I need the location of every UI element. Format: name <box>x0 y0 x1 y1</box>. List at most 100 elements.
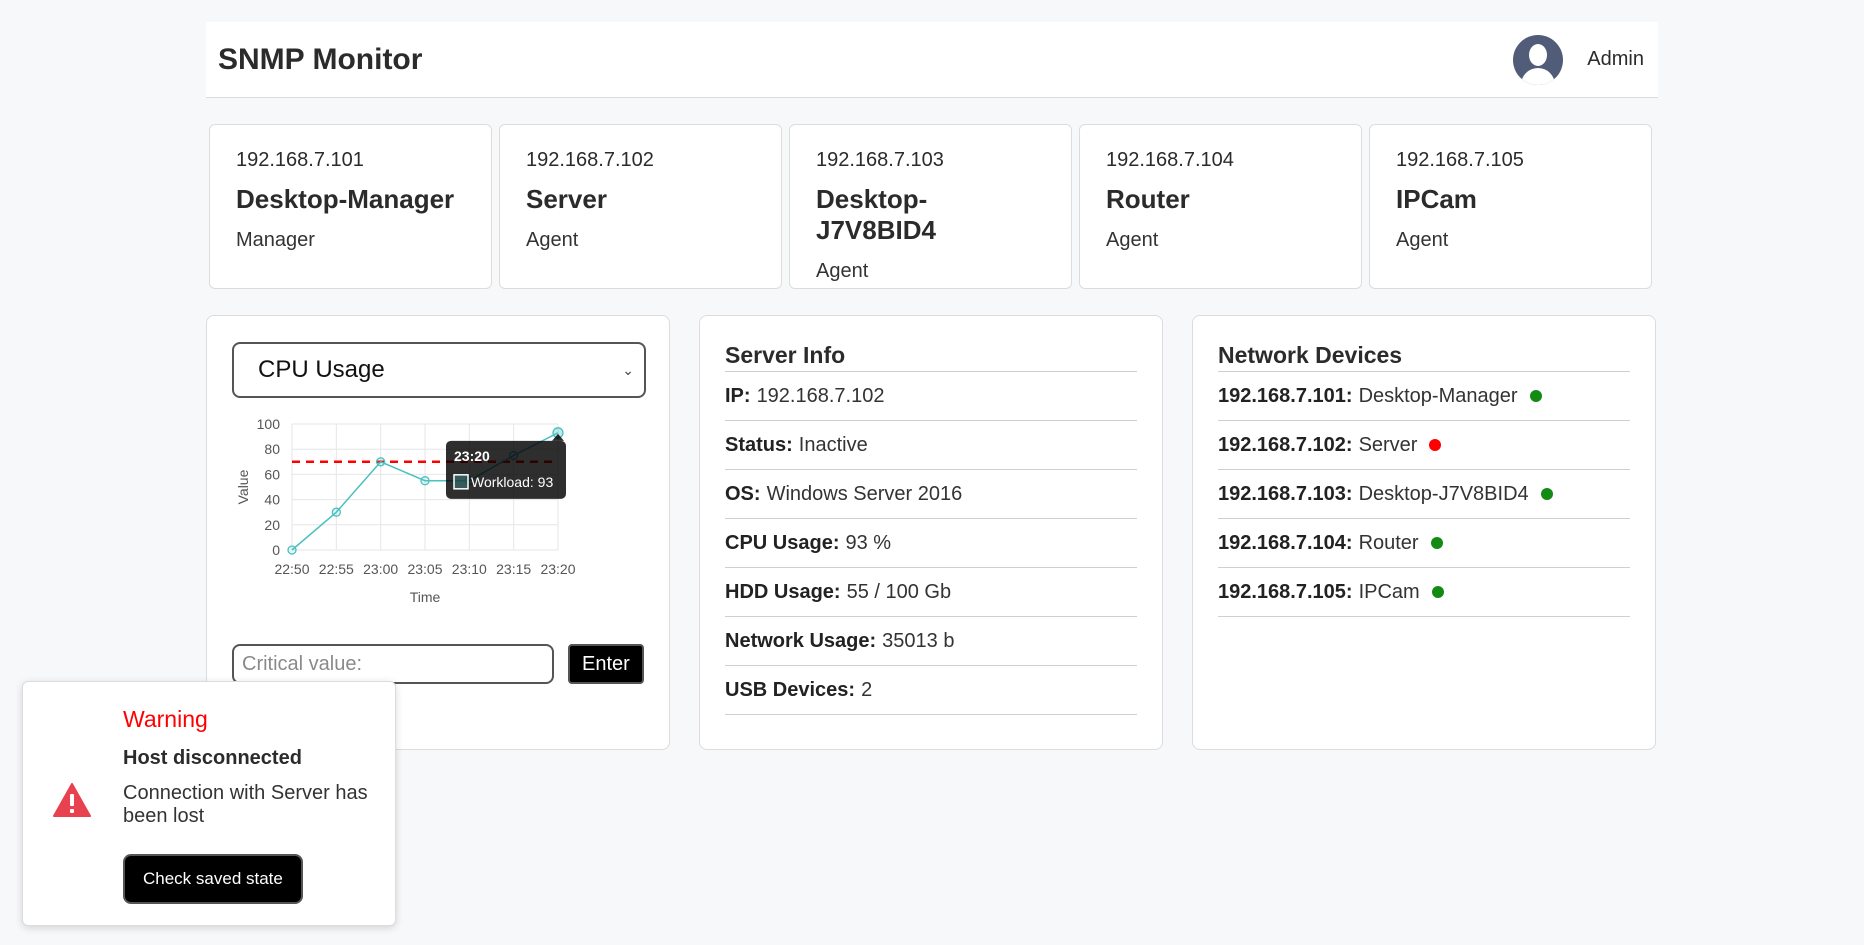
panels: CPU Usage ⌄ 0 20 40 60 80 100 22:50 22:55 23:00 2… <box>206 315 1658 750</box>
server-info-panel: Server Info IP: 192.168.7.102 Status: In… <box>699 315 1163 750</box>
info-key: CPU Usage: <box>725 531 840 554</box>
toast-title: Warning <box>123 706 208 732</box>
device-row[interactable]: 192.168.7.104: Router <box>1218 519 1630 568</box>
host-name: Server <box>526 184 607 214</box>
info-value: Inactive <box>798 433 868 456</box>
host-ip: 192.168.7.104 <box>1106 149 1234 171</box>
host-card[interactable]: 192.168.7.103 Desktop-J7V8BID4 Agent <box>789 124 1072 289</box>
x-tick-label: 23:15 <box>496 561 531 577</box>
y-tick-label: 40 <box>264 492 280 508</box>
tooltip-title: 23:20 <box>454 448 490 464</box>
host-card[interactable]: 192.168.7.105 IPCam Agent <box>1369 124 1652 289</box>
y-tick-label: 20 <box>264 517 280 533</box>
host-cards: 192.168.7.101 Desktop-Manager Manager 19… <box>206 124 1658 289</box>
info-key: IP: <box>725 384 751 407</box>
chart-tooltip: 23:20 Workload: 93 <box>446 433 566 499</box>
host-name: Desktop-Manager <box>236 184 455 214</box>
metric-select-value: CPU Usage <box>258 356 385 383</box>
x-tick-label: 23:20 <box>540 561 575 577</box>
host-role: Agent <box>1396 229 1449 251</box>
toast-message: Connection with Server has been lost <box>123 782 368 827</box>
toast-subtitle: Host disconnected <box>123 747 302 769</box>
tooltip-swatch-icon <box>453 474 469 490</box>
host-role: Agent <box>816 260 869 282</box>
server-info-title: Server Info <box>725 342 1137 372</box>
status-dot-icon <box>1429 439 1442 451</box>
host-card[interactable]: 192.168.7.102 Server Agent <box>499 124 782 289</box>
y-tick-label: 100 <box>257 416 281 432</box>
info-key: OS: <box>725 482 761 505</box>
avatar[interactable] <box>1513 34 1564 85</box>
info-value: 93 % <box>845 531 892 554</box>
network-devices-panel: Network Devices 192.168.7.101: Desktop-M… <box>1192 315 1656 750</box>
info-key: Network Usage: <box>725 629 877 652</box>
info-key: USB Devices: <box>725 678 856 701</box>
status-dot-icon <box>1431 586 1444 598</box>
host-role: Agent <box>1106 229 1159 251</box>
info-value: 35013 b <box>882 629 955 652</box>
toast-body: Warning Host disconnected Connection wit… <box>123 706 383 904</box>
warning-triangle-icon <box>53 783 91 822</box>
host-name: Router <box>1106 184 1190 214</box>
device-name: Server <box>1358 433 1418 456</box>
device-name: Desktop-Manager <box>1358 384 1518 407</box>
critical-row: Enter <box>232 644 644 684</box>
host-role: Agent <box>526 229 579 251</box>
y-tick-label: 0 <box>272 542 280 558</box>
host-name: IPCam <box>1396 184 1477 214</box>
info-row-network: Network Usage: 35013 b <box>725 617 1137 666</box>
info-row-os: OS: Windows Server 2016 <box>725 470 1137 519</box>
host-name: Desktop-J7V8BID4 <box>816 184 936 245</box>
data-point <box>420 476 430 486</box>
x-tick-label: 22:55 <box>319 561 354 577</box>
host-ip: 192.168.7.101 <box>236 149 364 171</box>
device-name: Desktop-J7V8BID4 <box>1358 482 1529 505</box>
chevron-down-icon: ⌄ <box>622 361 634 378</box>
host-card[interactable]: 192.168.7.104 Router Agent <box>1079 124 1362 289</box>
device-row[interactable]: 192.168.7.102: Server <box>1218 421 1630 470</box>
avatar-head-icon <box>1529 43 1548 66</box>
data-point <box>376 457 386 467</box>
critical-value-input[interactable] <box>232 644 554 684</box>
enter-button[interactable]: Enter <box>568 644 644 684</box>
user-menu[interactable]: Admin <box>1513 34 1646 85</box>
device-row[interactable]: 192.168.7.105: IPCam <box>1218 568 1630 617</box>
top-bar: SNMP Monitor Admin <box>206 22 1658 98</box>
warning-toast: Warning Host disconnected Connection wit… <box>22 681 396 926</box>
info-row-hdd: HDD Usage: 55 / 100 Gb <box>725 568 1137 617</box>
cpu-chart[interactable]: 0 20 40 60 80 100 22:50 22:55 23:00 23:05 23:10 23:… <box>232 414 646 624</box>
x-tick-label: 22:50 <box>274 561 309 577</box>
data-point <box>287 545 297 555</box>
data-point <box>331 507 341 517</box>
x-tick-label: 23:10 <box>452 561 487 577</box>
info-value: Windows Server 2016 <box>766 482 963 505</box>
device-ip: 192.168.7.105: <box>1218 580 1353 603</box>
info-key: Status: <box>725 433 793 456</box>
metric-select[interactable]: CPU Usage ⌄ <box>232 342 646 398</box>
status-dot-icon <box>1540 488 1553 500</box>
info-row-usb: USB Devices: 2 <box>725 666 1137 715</box>
status-dot-icon <box>1529 390 1542 402</box>
dashboard: SNMP Monitor Admin 192.168.7.101 Desktop… <box>206 22 1658 750</box>
info-value: 55 / 100 Gb <box>846 580 952 603</box>
device-ip: 192.168.7.101: <box>1218 384 1353 407</box>
host-ip: 192.168.7.102 <box>526 149 654 171</box>
device-name: IPCam <box>1358 580 1420 603</box>
host-card[interactable]: 192.168.7.101 Desktop-Manager Manager <box>209 124 492 289</box>
y-tick-label: 80 <box>264 441 280 457</box>
check-saved-state-button[interactable]: Check saved state <box>123 854 303 904</box>
device-row[interactable]: 192.168.7.103: Desktop-J7V8BID4 <box>1218 470 1630 519</box>
user-name[interactable]: Admin <box>1587 48 1644 71</box>
info-key: HDD Usage: <box>725 580 841 603</box>
device-name: Router <box>1358 531 1419 554</box>
device-ip: 192.168.7.104: <box>1218 531 1353 554</box>
chart-svg: 0 20 40 60 80 100 22:50 22:55 23:00 23:05 23:10 23:… <box>235 416 576 605</box>
status-dot-icon <box>1430 537 1443 549</box>
info-row-ip: IP: 192.168.7.102 <box>725 372 1137 421</box>
host-ip: 192.168.7.103 <box>816 149 944 171</box>
device-row[interactable]: 192.168.7.101: Desktop-Manager <box>1218 372 1630 421</box>
info-value: 2 <box>861 678 873 701</box>
x-tick-label: 23:05 <box>407 561 442 577</box>
host-role: Manager <box>236 229 315 251</box>
host-ip: 192.168.7.105 <box>1396 149 1524 171</box>
